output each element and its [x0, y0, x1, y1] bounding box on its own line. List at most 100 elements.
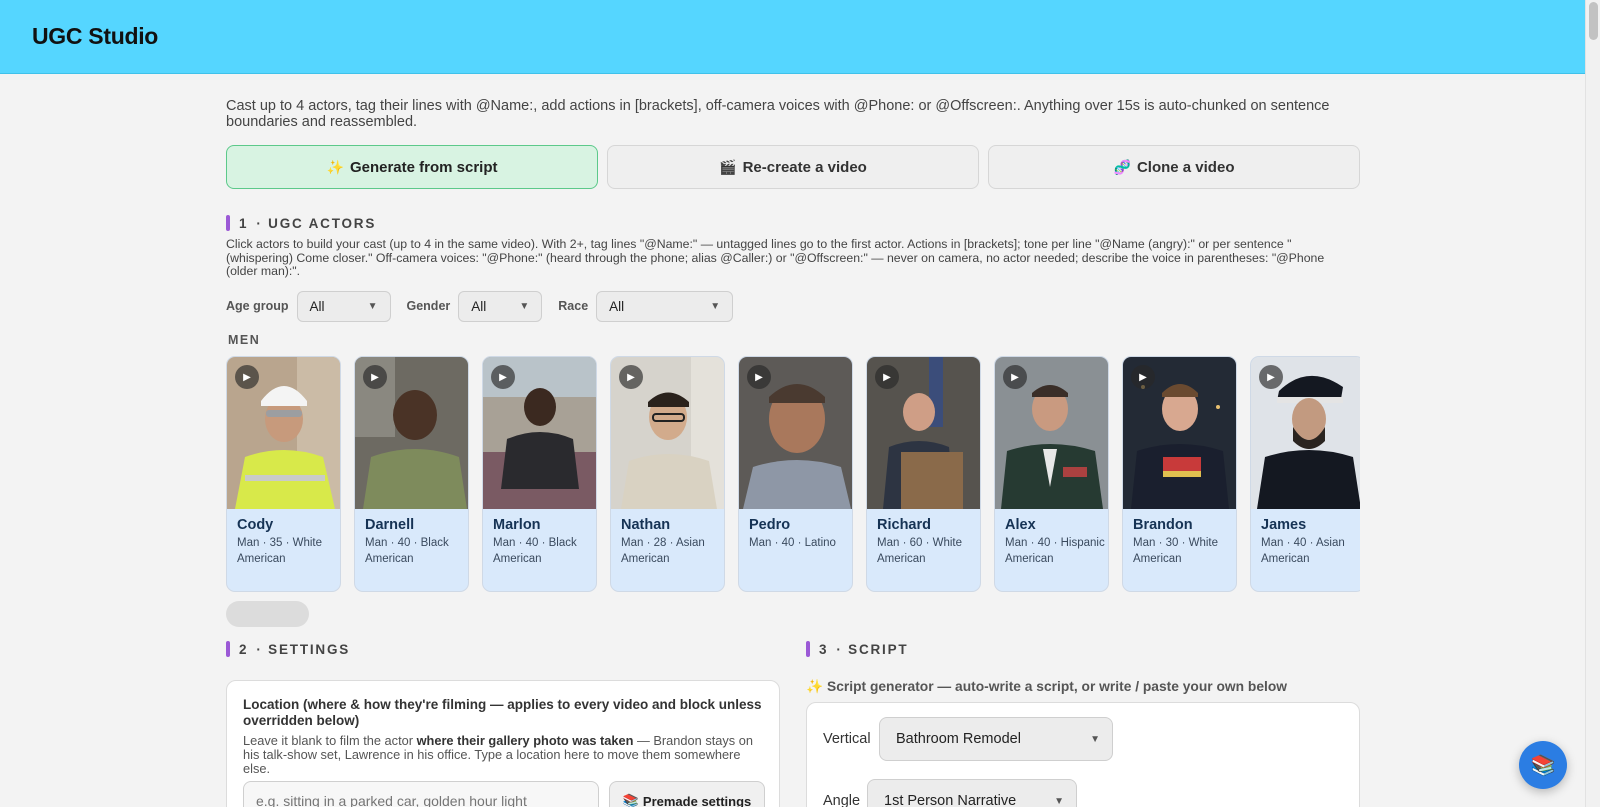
- actor-card-nathan[interactable]: ▶ Nathan Man · 28 · Asian American: [610, 356, 725, 592]
- intro-text: Cast up to 4 actors, tag their lines wit…: [226, 98, 1330, 130]
- actor-meta: Man · 40 · Hispanic American: [1005, 537, 1105, 565]
- section-title: · UGC ACTORS: [256, 215, 377, 231]
- tab-label: Generate from script: [349, 158, 498, 176]
- actor-meta: Man · 60 · White American: [877, 537, 962, 565]
- actor-name: Pedro: [749, 517, 791, 533]
- mode-tabs: ✨ Generate from script 🎬 Re-create a vid…: [226, 145, 1360, 189]
- actor-name: Alex: [1005, 517, 1036, 533]
- play-icon[interactable]: ▶: [363, 365, 387, 389]
- section-accent-bar: [806, 641, 810, 657]
- gender-select[interactable]: All ▼: [458, 290, 543, 322]
- angle-label: Angle: [823, 793, 861, 807]
- section-number: 3: [819, 641, 829, 657]
- actor-filters: Age group All ▼ Gender All ▼ Race All ▼: [226, 290, 749, 322]
- actor-name: Richard: [877, 517, 931, 533]
- section-number: 1: [239, 215, 249, 231]
- chevron-down-icon: ▼: [1054, 795, 1064, 807]
- actor-card-darnell[interactable]: ▶ Darnell Man · 40 · Black American: [354, 356, 469, 592]
- books-icon: 📚: [1530, 754, 1556, 777]
- actor-name: Darnell: [365, 517, 415, 533]
- tab-generate-from-script[interactable]: ✨ Generate from script: [226, 145, 598, 189]
- script-generator-label: ✨ Script generator — auto-write a script…: [806, 679, 1287, 694]
- app-header: UGC Studio: [0, 0, 1585, 74]
- filter-label-gender: Gender: [406, 299, 451, 313]
- actor-name: Brandon: [1133, 517, 1193, 533]
- play-icon[interactable]: ▶: [875, 365, 899, 389]
- actor-name: Nathan: [621, 517, 671, 533]
- actor-group-label: MEN: [228, 333, 261, 347]
- play-icon[interactable]: ▶: [1259, 365, 1283, 389]
- select-value: All: [309, 298, 325, 314]
- filter-label-age-group: Age group: [226, 299, 289, 313]
- section-accent-bar: [226, 641, 230, 657]
- tab-label: Re-create a video: [742, 158, 867, 176]
- actor-card-alex[interactable]: ▶ Alex Man · 40 · Hispanic American: [994, 356, 1109, 592]
- angle-select[interactable]: 1st Person Narrative ▼: [867, 779, 1077, 807]
- chevron-down-icon: ▼: [710, 300, 721, 312]
- location-settings-panel: Location (where & how they're filming — …: [226, 680, 780, 807]
- location-title: Location (where & how they're filming — …: [243, 697, 762, 728]
- actor-card-james[interactable]: ▶ James Man · 40 · Asian American: [1250, 356, 1360, 592]
- section-script-heading: 3 · SCRIPT: [806, 641, 908, 657]
- tab-recreate-video[interactable]: 🎬 Re-create a video: [607, 145, 979, 189]
- script-generator-panel: Vertical Bathroom Remodel ▼ Angle 1st Pe…: [806, 702, 1360, 807]
- section-title: · SCRIPT: [836, 641, 909, 657]
- play-icon[interactable]: ▶: [747, 365, 771, 389]
- floating-help-button[interactable]: 📚: [1519, 741, 1567, 789]
- filter-label-race: Race: [558, 299, 589, 313]
- actor-meta: Man · 40 · Latino: [749, 537, 836, 549]
- sparkles-icon: ✨: [326, 158, 344, 175]
- actor-carousel[interactable]: ▶ Cody Man · 35 · White American ▶ Darne…: [226, 356, 1360, 596]
- race-select[interactable]: All ▼: [596, 290, 734, 322]
- actor-name: Cody: [237, 517, 274, 533]
- actor-name: Marlon: [493, 517, 541, 533]
- actors-help-text: Click actors to build your cast (up to 4…: [226, 237, 1325, 279]
- main-content: Cast up to 4 actors, tag their lines wit…: [226, 74, 1360, 807]
- select-value: 1st Person Narrative: [884, 793, 1017, 807]
- clapperboard-icon: 🎬: [719, 158, 737, 175]
- dna-icon: 🧬: [1113, 158, 1131, 175]
- tab-label: Clone a video: [1136, 158, 1235, 176]
- chevron-down-icon: ▼: [367, 300, 378, 312]
- actor-card-marlon[interactable]: ▶ Marlon Man · 40 · Black American: [482, 356, 597, 592]
- section-number: 2: [239, 641, 249, 657]
- actor-meta: Man · 40 · Black American: [365, 537, 449, 565]
- actor-card-cody[interactable]: ▶ Cody Man · 35 · White American: [226, 356, 341, 592]
- actor-carousel-scrollbar[interactable]: [226, 601, 309, 627]
- actor-meta: Man · 35 · White American: [237, 537, 322, 565]
- tab-clone-video[interactable]: 🧬 Clone a video: [988, 145, 1360, 189]
- chevron-down-icon: ▼: [1090, 733, 1100, 745]
- section-ugc-actors-heading: 1 · UGC ACTORS: [226, 215, 376, 231]
- select-value: All: [471, 298, 487, 314]
- age-group-select[interactable]: All ▼: [296, 290, 391, 322]
- actor-card-richard[interactable]: ▶ Richard Man · 60 · White American: [866, 356, 981, 592]
- app-title: UGC Studio: [32, 23, 159, 49]
- chevron-down-icon: ▼: [519, 300, 530, 312]
- actor-card-pedro[interactable]: ▶ Pedro Man · 40 · Latino: [738, 356, 853, 592]
- section-settings-heading: 2 · SETTINGS: [226, 641, 350, 657]
- play-icon[interactable]: ▶: [619, 365, 643, 389]
- page-scrollbar-thumb[interactable]: [1589, 2, 1598, 40]
- actor-meta: Man · 40 · Black American: [493, 537, 577, 565]
- location-input[interactable]: [243, 781, 599, 807]
- page-scrollbar[interactable]: [1585, 0, 1600, 807]
- play-icon[interactable]: ▶: [235, 365, 259, 389]
- actor-meta: Man · 30 · White American: [1133, 537, 1218, 565]
- actor-card-brandon[interactable]: ▶ Brandon Man · 30 · White American: [1122, 356, 1237, 592]
- actor-meta: Man · 40 · Asian American: [1261, 537, 1345, 565]
- actor-name: James: [1261, 517, 1307, 533]
- actor-meta: Man · 28 · Asian American: [621, 537, 705, 565]
- location-description: Leave it blank to film the actor where t…: [243, 733, 753, 776]
- play-icon[interactable]: ▶: [1131, 365, 1155, 389]
- select-value: All: [609, 298, 625, 314]
- books-icon: 📚: [622, 793, 639, 807]
- vertical-select[interactable]: Bathroom Remodel ▼: [879, 717, 1113, 761]
- play-icon[interactable]: ▶: [1003, 365, 1027, 389]
- section-accent-bar: [226, 215, 230, 231]
- premade-settings-button[interactable]: 📚 Premade settings: [609, 781, 765, 807]
- premade-settings-label: Premade settings: [642, 793, 752, 807]
- vertical-label: Vertical: [823, 731, 871, 747]
- section-title: · SETTINGS: [256, 641, 351, 657]
- select-value: Bathroom Remodel: [896, 731, 1021, 747]
- play-icon[interactable]: ▶: [491, 365, 515, 389]
